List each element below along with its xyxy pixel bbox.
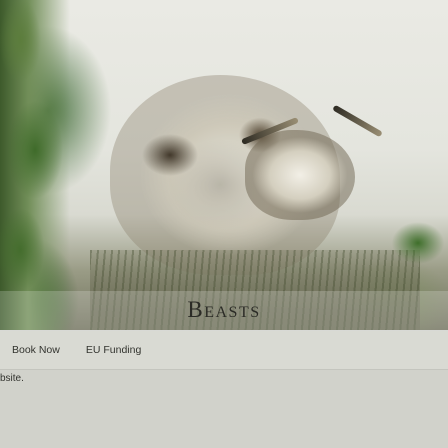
- nav-item-eu-funding[interactable]: EU Funding: [86, 344, 141, 356]
- content-text: bsite.: [0, 373, 24, 384]
- content-area: bsite.: [0, 369, 448, 448]
- page-title: Beasts: [187, 297, 261, 322]
- horn-right: [332, 104, 383, 138]
- cattle-head-image: [245, 130, 355, 220]
- nav-menu: Book Now EU Funding: [10, 331, 141, 369]
- nav-item-book-now[interactable]: Book Now: [12, 344, 60, 356]
- main-navigation: Book Now EU Funding: [0, 331, 448, 369]
- tree-foliage: [0, 0, 70, 330]
- hero-photo: [0, 0, 448, 330]
- page: Beasts Book Now EU Funding bsite.: [0, 0, 448, 448]
- foliage-corner: [378, 215, 448, 270]
